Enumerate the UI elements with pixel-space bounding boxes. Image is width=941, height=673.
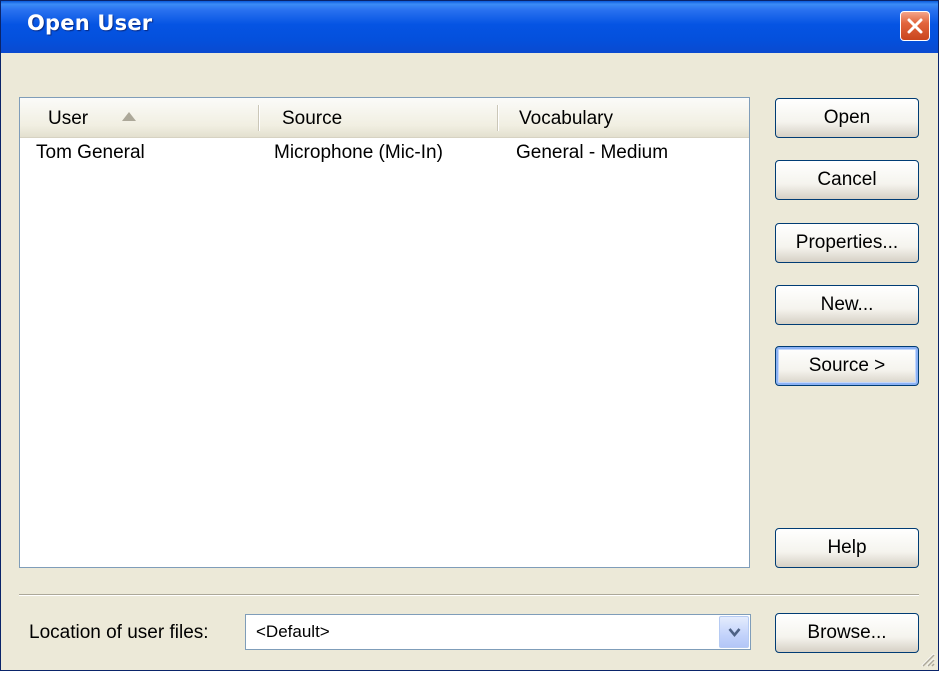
cell-user: Tom General: [36, 142, 145, 163]
new-button[interactable]: New...: [775, 285, 919, 325]
browse-button[interactable]: Browse...: [775, 613, 919, 653]
column-header-label: Vocabulary: [519, 108, 614, 129]
divider: [19, 594, 919, 596]
list-header: User Source Vocabulary: [20, 98, 749, 138]
resize-grip-icon[interactable]: [918, 650, 936, 668]
sort-ascending-icon: [122, 112, 136, 121]
column-header-vocabulary[interactable]: Vocabulary: [499, 98, 745, 137]
properties-button[interactable]: Properties...: [775, 223, 919, 263]
location-value: <Default>: [256, 622, 330, 641]
column-header-source[interactable]: Source: [260, 98, 498, 137]
source-button[interactable]: Source >: [775, 346, 919, 386]
column-header-label: Source: [282, 108, 343, 129]
user-list[interactable]: User Source Vocabulary Tom General Micro…: [19, 97, 750, 568]
open-button[interactable]: Open: [775, 98, 919, 138]
chevron-down-icon: [728, 628, 741, 638]
cell-source: Microphone (Mic-In): [274, 142, 443, 163]
location-label: Location of user files:: [29, 622, 209, 643]
help-button[interactable]: Help: [775, 528, 919, 568]
close-button[interactable]: [900, 11, 930, 41]
open-user-dialog: Open User User Source Vocabulary Tom Gen…: [0, 0, 939, 671]
cancel-button[interactable]: Cancel: [775, 160, 919, 200]
dropdown-button[interactable]: [719, 616, 749, 648]
column-header-user[interactable]: User: [20, 98, 260, 137]
column-header-label: User: [48, 108, 89, 129]
title-bar[interactable]: Open User: [1, 1, 938, 53]
location-dropdown[interactable]: <Default>: [245, 614, 751, 650]
cell-vocabulary: General - Medium: [516, 142, 669, 163]
close-icon: [907, 18, 923, 34]
list-item[interactable]: Tom General Microphone (Mic-In) General …: [20, 141, 749, 167]
window-title: Open User: [27, 11, 153, 35]
